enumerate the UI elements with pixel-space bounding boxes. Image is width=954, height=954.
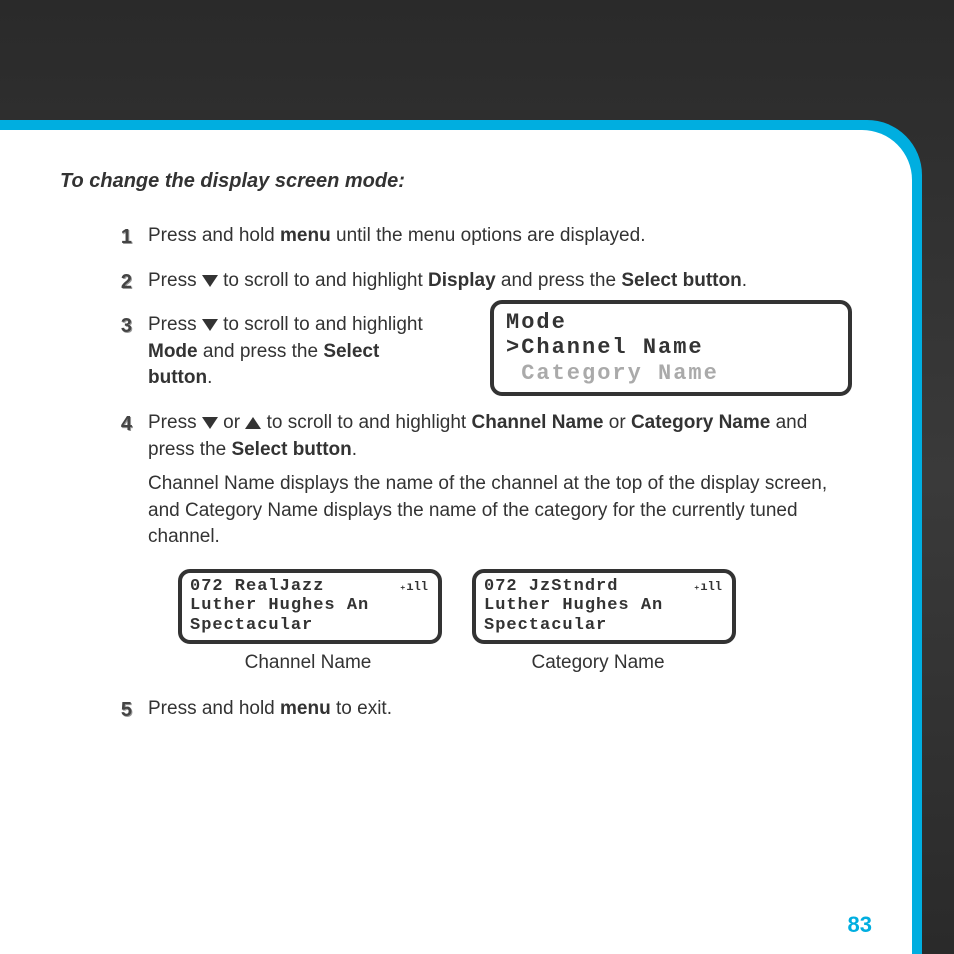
step-5: 5 Press and hold menu to exit. bbox=[112, 696, 852, 723]
caption-channel-name: Channel Name bbox=[178, 650, 438, 677]
step-text: to scroll to and highlight bbox=[261, 412, 471, 433]
step-number: 5 bbox=[112, 696, 132, 724]
page-number: 83 bbox=[848, 912, 872, 938]
caption-category-name: Category Name bbox=[468, 650, 728, 677]
mode-keyword: Mode bbox=[148, 341, 198, 362]
lcd-examples-row: ₊ıll 072 RealJazz Luther Hughes An Specta… bbox=[178, 569, 852, 644]
step-number: 1 bbox=[112, 223, 132, 251]
select-button-keyword: Select button bbox=[621, 270, 741, 291]
step-text: . bbox=[352, 439, 357, 460]
step-4: 4 Press or to scroll to and highlight Ch… bbox=[112, 410, 852, 676]
step-text: to scroll to and highlight bbox=[218, 270, 428, 291]
lcd-line3: Spectacular bbox=[190, 616, 313, 635]
caption-row: Channel Name Category Name bbox=[178, 650, 852, 677]
lcd-line1: 072 RealJazz bbox=[190, 577, 324, 596]
down-arrow-icon bbox=[202, 275, 218, 287]
step-2: 2 Press to scroll to and highlight Displ… bbox=[112, 268, 852, 295]
lcd-line2: Luther Hughes An bbox=[190, 596, 369, 615]
step-text: Press bbox=[148, 314, 202, 335]
step-text: and press the bbox=[198, 341, 324, 362]
up-arrow-icon bbox=[245, 417, 261, 429]
channel-name-keyword: Channel Name bbox=[472, 412, 604, 433]
category-name-keyword: Category Name bbox=[631, 412, 770, 433]
lcd-channel-name-example: ₊ıll 072 RealJazz Luther Hughes An Specta… bbox=[178, 569, 442, 644]
step-text: and press the bbox=[496, 270, 622, 291]
display-keyword: Display bbox=[428, 270, 496, 291]
lcd-category-name-example: ₊ıll 072 JzStndrd Luther Hughes An Specta… bbox=[472, 569, 736, 644]
menu-keyword: menu bbox=[280, 225, 331, 246]
step-text: . bbox=[742, 270, 747, 291]
explanation-text: Channel Name displays the name of the ch… bbox=[148, 471, 852, 551]
step-text: Press bbox=[148, 270, 202, 291]
lcd-line2: Luther Hughes An bbox=[484, 596, 663, 615]
menu-keyword: menu bbox=[280, 698, 331, 719]
down-arrow-icon bbox=[202, 319, 218, 331]
step-text: Press and hold bbox=[148, 225, 280, 246]
step-number: 3 bbox=[112, 312, 132, 340]
step-text: . bbox=[207, 367, 212, 388]
step-number: 4 bbox=[112, 410, 132, 438]
step-number: 2 bbox=[112, 268, 132, 296]
signal-icon: ₊ıll bbox=[693, 581, 722, 595]
section-heading: To change the display screen mode: bbox=[60, 170, 852, 193]
step-text: to scroll to and highlight bbox=[218, 314, 423, 335]
manual-page: To change the display screen mode: Mode … bbox=[0, 130, 912, 954]
lcd-line3: Spectacular bbox=[484, 616, 607, 635]
select-button-keyword: Select button bbox=[231, 439, 351, 460]
step-text: to exit. bbox=[331, 698, 392, 719]
step-text: or bbox=[603, 412, 630, 433]
lcd-line1: 072 JzStndrd bbox=[484, 577, 618, 596]
step-text: Press bbox=[148, 412, 202, 433]
step-text: or bbox=[218, 412, 245, 433]
instruction-list: 1 Press and hold menu until the menu opt… bbox=[112, 223, 852, 723]
signal-icon: ₊ıll bbox=[399, 581, 428, 595]
step-3: 3 Press to scroll to and highlight Mode … bbox=[112, 312, 852, 392]
step-1: 1 Press and hold menu until the menu opt… bbox=[112, 223, 852, 250]
down-arrow-icon bbox=[202, 417, 218, 429]
step-text: until the menu options are displayed. bbox=[331, 225, 646, 246]
step-3-wrap: Press to scroll to and highlight Mode an… bbox=[148, 312, 448, 392]
step-text: Press and hold bbox=[148, 698, 280, 719]
